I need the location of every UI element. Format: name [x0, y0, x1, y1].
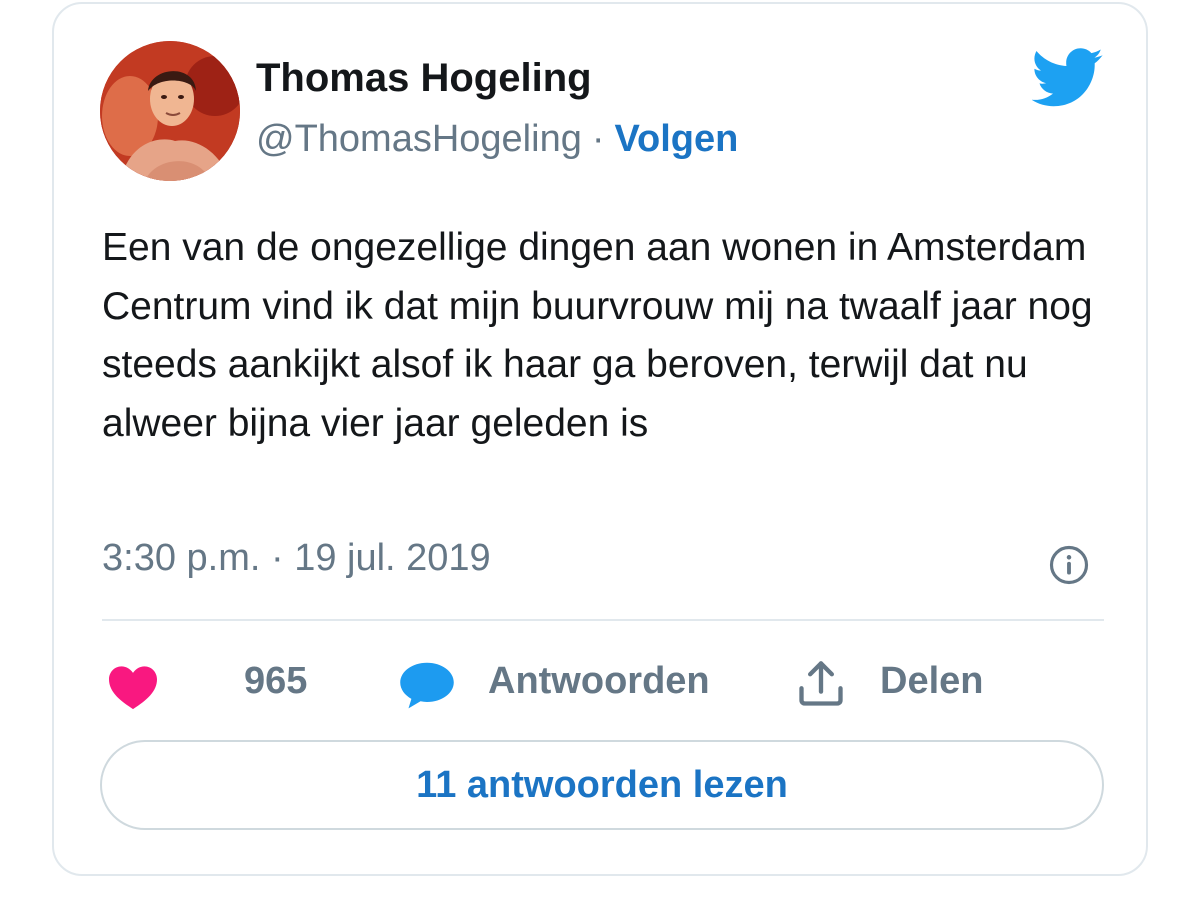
tweet-card: Thomas Hogeling @ThomasHogeling · Volgen E… — [52, 2, 1148, 876]
avatar[interactable] — [100, 41, 240, 181]
twitter-bird-icon[interactable] — [1032, 48, 1104, 108]
divider — [102, 619, 1104, 621]
reply-button[interactable]: Antwoorden — [398, 654, 738, 714]
speech-bubble-icon — [400, 662, 454, 709]
share-label: Delen — [880, 660, 984, 702]
tweet-text: Een van de ongezellige dingen aan wonen … — [102, 226, 1093, 445]
action-bar: 965 Antwoorden Delen — [102, 654, 1102, 714]
read-replies-button[interactable]: 11 antwoorden lezen — [100, 740, 1104, 830]
share-button[interactable]: Delen — [794, 654, 1034, 714]
share-upload-icon — [799, 661, 843, 706]
reply-label: Antwoorden — [488, 660, 710, 702]
follow-link[interactable]: Volgen — [615, 118, 739, 160]
like-count: 965 — [244, 660, 308, 702]
author-name[interactable]: Thomas Hogeling — [256, 56, 592, 101]
heart-icon[interactable] — [106, 662, 160, 710]
tweet-timestamp[interactable]: 3:30 p.m. · 19 jul. 2019 — [102, 537, 491, 580]
avatar-photo — [100, 41, 240, 181]
handle-separator: · — [591, 118, 605, 160]
author-handle[interactable]: @ThomasHogeling — [256, 118, 582, 160]
info-icon[interactable] — [1048, 544, 1090, 586]
author-handle-row: @ThomasHogeling · Volgen — [256, 118, 738, 161]
